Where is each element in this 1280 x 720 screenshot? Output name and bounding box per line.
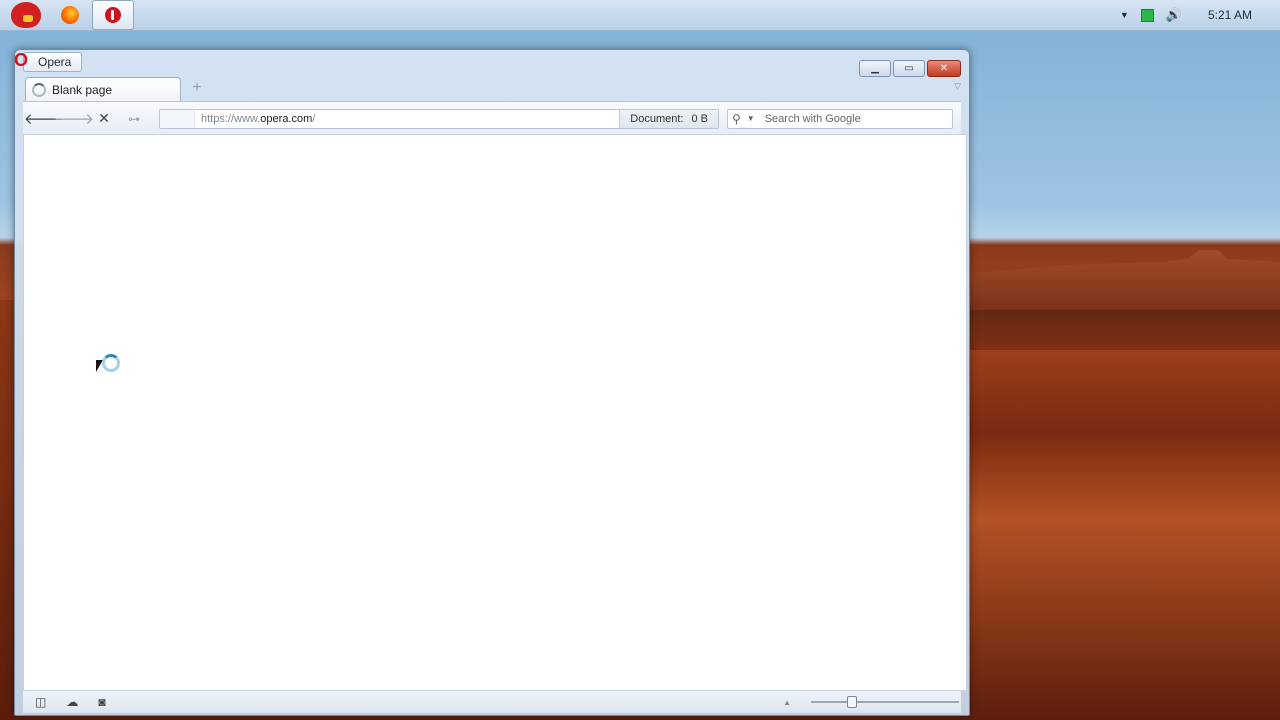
- tab-list-menu-icon[interactable]: ▽: [954, 81, 961, 92]
- opera-menu-button[interactable]: O Opera: [14, 51, 83, 72]
- busy-cursor: [96, 354, 120, 384]
- opera-turbo-icon[interactable]: ◙: [98, 695, 105, 709]
- firefox-icon: [61, 6, 79, 24]
- close-button[interactable]: ✕: [927, 60, 961, 77]
- loading-spinner-icon: [32, 82, 46, 97]
- opera-icon: [105, 7, 121, 23]
- angry-birds-taskbar-button[interactable]: [4, 0, 48, 32]
- url-text[interactable]: https://www.opera.com/: [195, 113, 619, 125]
- document-size: 0 B: [691, 112, 708, 125]
- tab-bar: Blank page + ▽: [25, 77, 969, 101]
- firefox-taskbar-button[interactable]: [50, 1, 90, 29]
- window-titlebar[interactable]: O Opera ▁ ▭ ✕: [14, 50, 969, 77]
- zoom-up-icon[interactable]: ▲: [783, 698, 791, 707]
- desktop: ▼ 🔊 5:21 AM O Opera ▁ ▭ ✕ Blank page + ▽: [0, 0, 1280, 720]
- url-host: opera.com: [260, 112, 313, 125]
- site-badge[interactable]: [160, 109, 195, 128]
- stop-button[interactable]: ✕: [89, 107, 119, 131]
- wand-button[interactable]: ⊶: [119, 107, 149, 131]
- zoom-slider-knob[interactable]: [846, 696, 857, 708]
- forward-button[interactable]: 🡒: [54, 107, 94, 131]
- close-icon: ✕: [98, 110, 110, 126]
- system-tray: ▼ 🔊 5:21 AM: [1120, 7, 1280, 23]
- show-hidden-icons-icon[interactable]: ▼: [1120, 10, 1129, 20]
- opera-menu-label: Opera: [38, 55, 72, 69]
- tab-blank-page[interactable]: Blank page: [25, 77, 181, 101]
- search-engine-dropdown-icon[interactable]: ▼: [747, 114, 755, 123]
- wallpaper-shadow: [970, 310, 1280, 350]
- document-label: Document:: [630, 112, 684, 125]
- search-field[interactable]: ⚲ ▼ Search with Google: [727, 108, 953, 129]
- minimize-button[interactable]: ▁: [859, 60, 891, 77]
- search-icon: ⚲: [732, 111, 741, 126]
- new-tab-button[interactable]: +: [189, 80, 205, 96]
- window-controls: ▁ ▭ ✕: [859, 60, 961, 77]
- navigation-toolbar: 🡐 🡒 ✕ ⊶ https://www.opera.com/ Document:…: [23, 101, 961, 135]
- taskbar: ▼ 🔊 5:21 AM: [0, 0, 1280, 31]
- document-size-indicator[interactable]: Document: 0 B: [619, 109, 718, 128]
- desktop-wallpaper-mesa: [970, 250, 1280, 310]
- opera-taskbar-button[interactable]: [92, 0, 134, 30]
- busy-indicator-icon: [102, 354, 120, 372]
- search-placeholder: Search with Google: [764, 112, 861, 125]
- status-bar: ◫ ☁ ◙ ▲: [23, 691, 961, 713]
- page-content[interactable]: [23, 134, 967, 691]
- opera-browser-window: O Opera ▁ ▭ ✕ Blank page + ▽ 🡐 🡒 ✕ ⊶ htt…: [14, 49, 970, 716]
- url-prefix: https://www.: [201, 112, 261, 125]
- taskbar-clock[interactable]: 5:21 AM: [1208, 8, 1252, 22]
- panel-toggle-icon[interactable]: ◫: [35, 695, 46, 709]
- opera-logo-icon: O: [14, 50, 29, 70]
- maximize-button[interactable]: ▭: [893, 60, 925, 77]
- url-suffix: /: [312, 112, 316, 125]
- battery-icon[interactable]: [1140, 8, 1154, 22]
- angry-bird-icon: [11, 2, 41, 28]
- key-icon: ⊶: [128, 111, 140, 126]
- zoom-slider[interactable]: [811, 696, 959, 708]
- tab-title: Blank page: [52, 82, 113, 97]
- opera-unite-icon[interactable]: ☁: [66, 695, 78, 709]
- speaker-icon[interactable]: 🔊: [1166, 7, 1182, 23]
- address-bar[interactable]: https://www.opera.com/ Document: 0 B: [159, 108, 719, 129]
